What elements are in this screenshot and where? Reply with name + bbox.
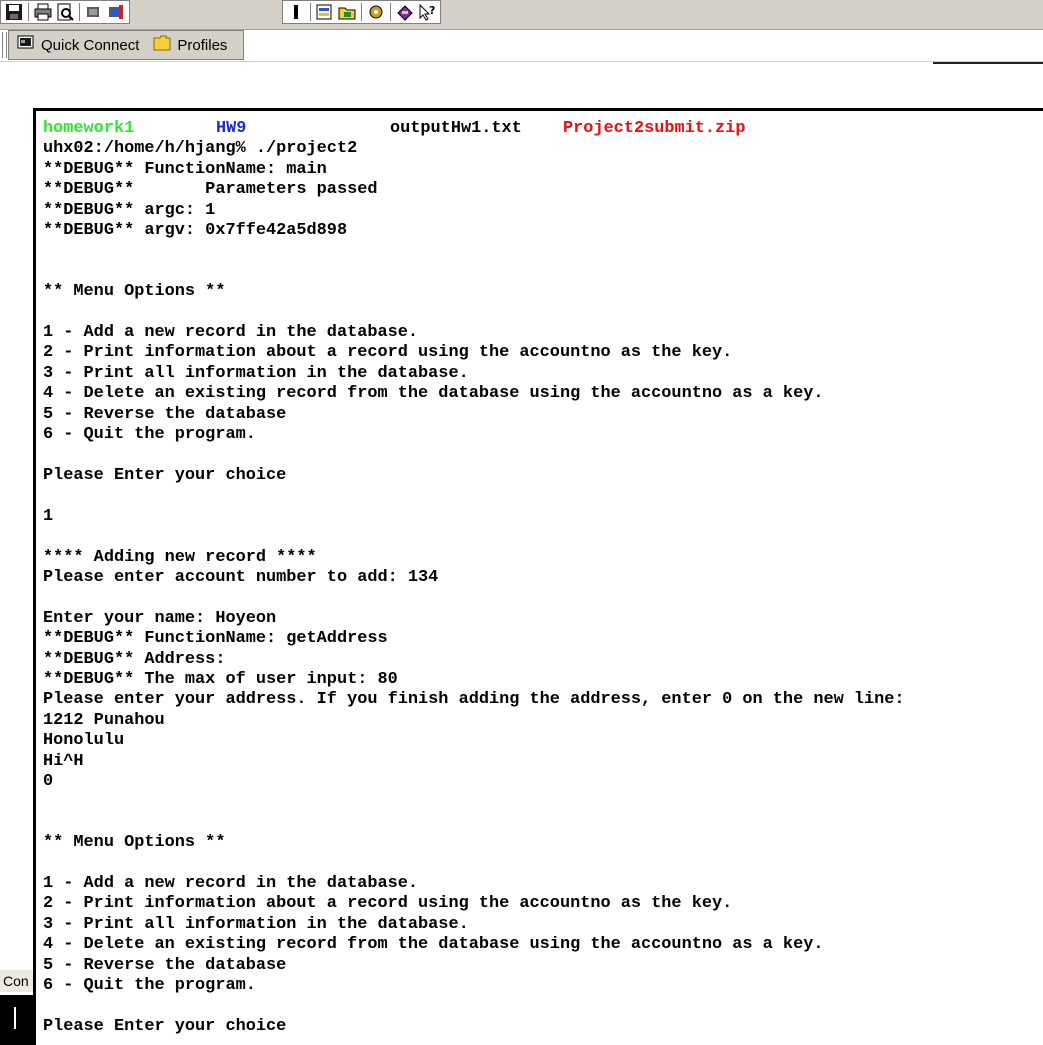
terminal-line: ​ bbox=[43, 262, 905, 282]
terminal-line: ​ bbox=[43, 813, 905, 833]
terminal-line: **DEBUG** argc: 1 bbox=[43, 200, 216, 220]
terminal-line: ** Menu Options ** bbox=[43, 282, 226, 302]
terminal-line: Please Enter your choice bbox=[43, 465, 287, 485]
toolbar-separator bbox=[28, 3, 29, 21]
ls-entry: Project2submit.zip bbox=[563, 119, 746, 138]
terminal-line: 1 bbox=[43, 506, 54, 526]
terminal-line: ​ bbox=[43, 303, 905, 323]
toolbar-separator bbox=[310, 3, 311, 21]
ls-entry: HW9 bbox=[216, 119, 247, 138]
windows-logo-icon[interactable] bbox=[4, 1007, 16, 1029]
file-transfer-icon[interactable] bbox=[316, 3, 334, 21]
terminal-line: ​ bbox=[43, 854, 905, 874]
terminal-line: 4 - Delete an existing record from the d… bbox=[43, 384, 824, 404]
connect-icon[interactable] bbox=[85, 3, 103, 21]
help-topics-icon[interactable] bbox=[396, 3, 414, 21]
terminal-line: uhx02:/home/h/hjang% ./project2 bbox=[43, 139, 358, 159]
toolbar-grip[interactable] bbox=[2, 32, 7, 58]
toolbar-divider bbox=[933, 62, 1043, 64]
terminal-line: Please enter account number to add: 134 bbox=[43, 567, 439, 587]
svg-text:?: ? bbox=[429, 4, 435, 17]
terminal-line: 1 - Add a new record in the database. bbox=[43, 874, 419, 894]
terminal-line: Honolulu bbox=[43, 731, 125, 751]
context-help-icon[interactable]: ? bbox=[418, 3, 436, 21]
disconnect-icon[interactable] bbox=[107, 3, 125, 21]
terminal-line: ​ bbox=[43, 792, 905, 812]
terminal-output: homework1 HW9 outputHw1.txt Project2submit.… bbox=[43, 119, 905, 1037]
terminal-line: ​ bbox=[43, 486, 905, 506]
toolbar-group-tools: ? bbox=[282, 0, 441, 24]
terminal-line: 2 - Print information about a record usi… bbox=[43, 343, 733, 363]
terminal-line: 6 - Quit the program. bbox=[43, 976, 256, 996]
ls-entry: outputHw1.txt bbox=[390, 119, 522, 138]
terminal-line: 5 - Reverse the database bbox=[43, 404, 287, 424]
profiles-label: Profiles bbox=[177, 36, 228, 54]
settings-icon[interactable] bbox=[367, 3, 385, 21]
terminal-line: Hi^H bbox=[43, 751, 84, 771]
ls-output-line: homework1 HW9 outputHw1.txt Project2submit.… bbox=[43, 119, 905, 139]
toolbar-group-file bbox=[0, 0, 130, 24]
toolbar-separator bbox=[361, 3, 362, 21]
terminal-line: 2 - Print information about a record usi… bbox=[43, 894, 733, 914]
save-icon[interactable] bbox=[5, 3, 23, 21]
connect-toolbar-panel: Quick Connect Profiles bbox=[8, 30, 244, 60]
toolbar-separator bbox=[79, 3, 80, 21]
background-window-fragment: Con bbox=[0, 970, 33, 992]
print-preview-icon[interactable] bbox=[56, 3, 74, 21]
terminal-line: ​ bbox=[43, 996, 905, 1016]
terminal-line: Enter your name: Hoyeon bbox=[43, 608, 277, 628]
terminal-line: **** Adding new record **** bbox=[43, 547, 317, 567]
terminal-line: 1212 Punahou bbox=[43, 710, 165, 730]
terminal-line: **DEBUG** Address: bbox=[43, 649, 226, 669]
terminal-line: **DEBUG** FunctionName: main bbox=[43, 159, 327, 179]
quick-connect-label: Quick Connect bbox=[41, 36, 140, 54]
terminal-line: Please enter your address. If you finish… bbox=[43, 690, 905, 710]
terminal-line: **DEBUG** The max of user input: 80 bbox=[43, 669, 398, 689]
ls-entry: homework1 bbox=[43, 119, 135, 138]
main-toolbar: ? bbox=[0, 0, 1043, 30]
terminal-window[interactable]: homework1 HW9 outputHw1.txt Project2submit.… bbox=[33, 108, 1043, 1045]
terminal-line: 5 - Reverse the database bbox=[43, 955, 287, 975]
terminal-line: ** Menu Options ** bbox=[43, 833, 226, 853]
toolbar-separator bbox=[390, 3, 391, 21]
quick-connect-icon bbox=[17, 34, 35, 57]
folder-icon bbox=[153, 35, 171, 56]
profiles-button[interactable]: Profiles bbox=[153, 35, 227, 56]
terminal-line: 3 - Print all information in the databas… bbox=[43, 363, 469, 383]
print-icon[interactable] bbox=[34, 3, 52, 21]
terminal-line: ​ bbox=[43, 527, 905, 547]
terminal-line: Please Enter your choice bbox=[43, 1016, 287, 1036]
terminal-line: 3 - Print all information in the databas… bbox=[43, 914, 469, 934]
terminal-line: 4 - Delete an existing record from the d… bbox=[43, 935, 824, 955]
connect-toolbar: Quick Connect Profiles bbox=[0, 30, 1043, 62]
open-folder-icon[interactable] bbox=[338, 3, 356, 21]
terminal-line: **DEBUG** Parameters passed bbox=[43, 180, 378, 200]
terminal-line: 1 - Add a new record in the database. bbox=[43, 323, 419, 343]
terminal-line: ​ bbox=[43, 241, 905, 261]
terminal-line: **DEBUG** FunctionName: getAddress bbox=[43, 629, 388, 649]
terminal-line: 0 bbox=[43, 772, 54, 791]
terminal-line: ​ bbox=[43, 446, 905, 466]
terminal-line: ​ bbox=[43, 588, 905, 608]
terminal-line: 6 - Quit the program. bbox=[43, 425, 256, 445]
terminal-line: **DEBUG** argv: 0x7ffe42a5d898 bbox=[43, 221, 348, 241]
quick-connect-button[interactable]: Quick Connect bbox=[17, 34, 139, 57]
cursor-icon[interactable] bbox=[287, 3, 305, 21]
taskbar-fragment bbox=[0, 995, 33, 1045]
